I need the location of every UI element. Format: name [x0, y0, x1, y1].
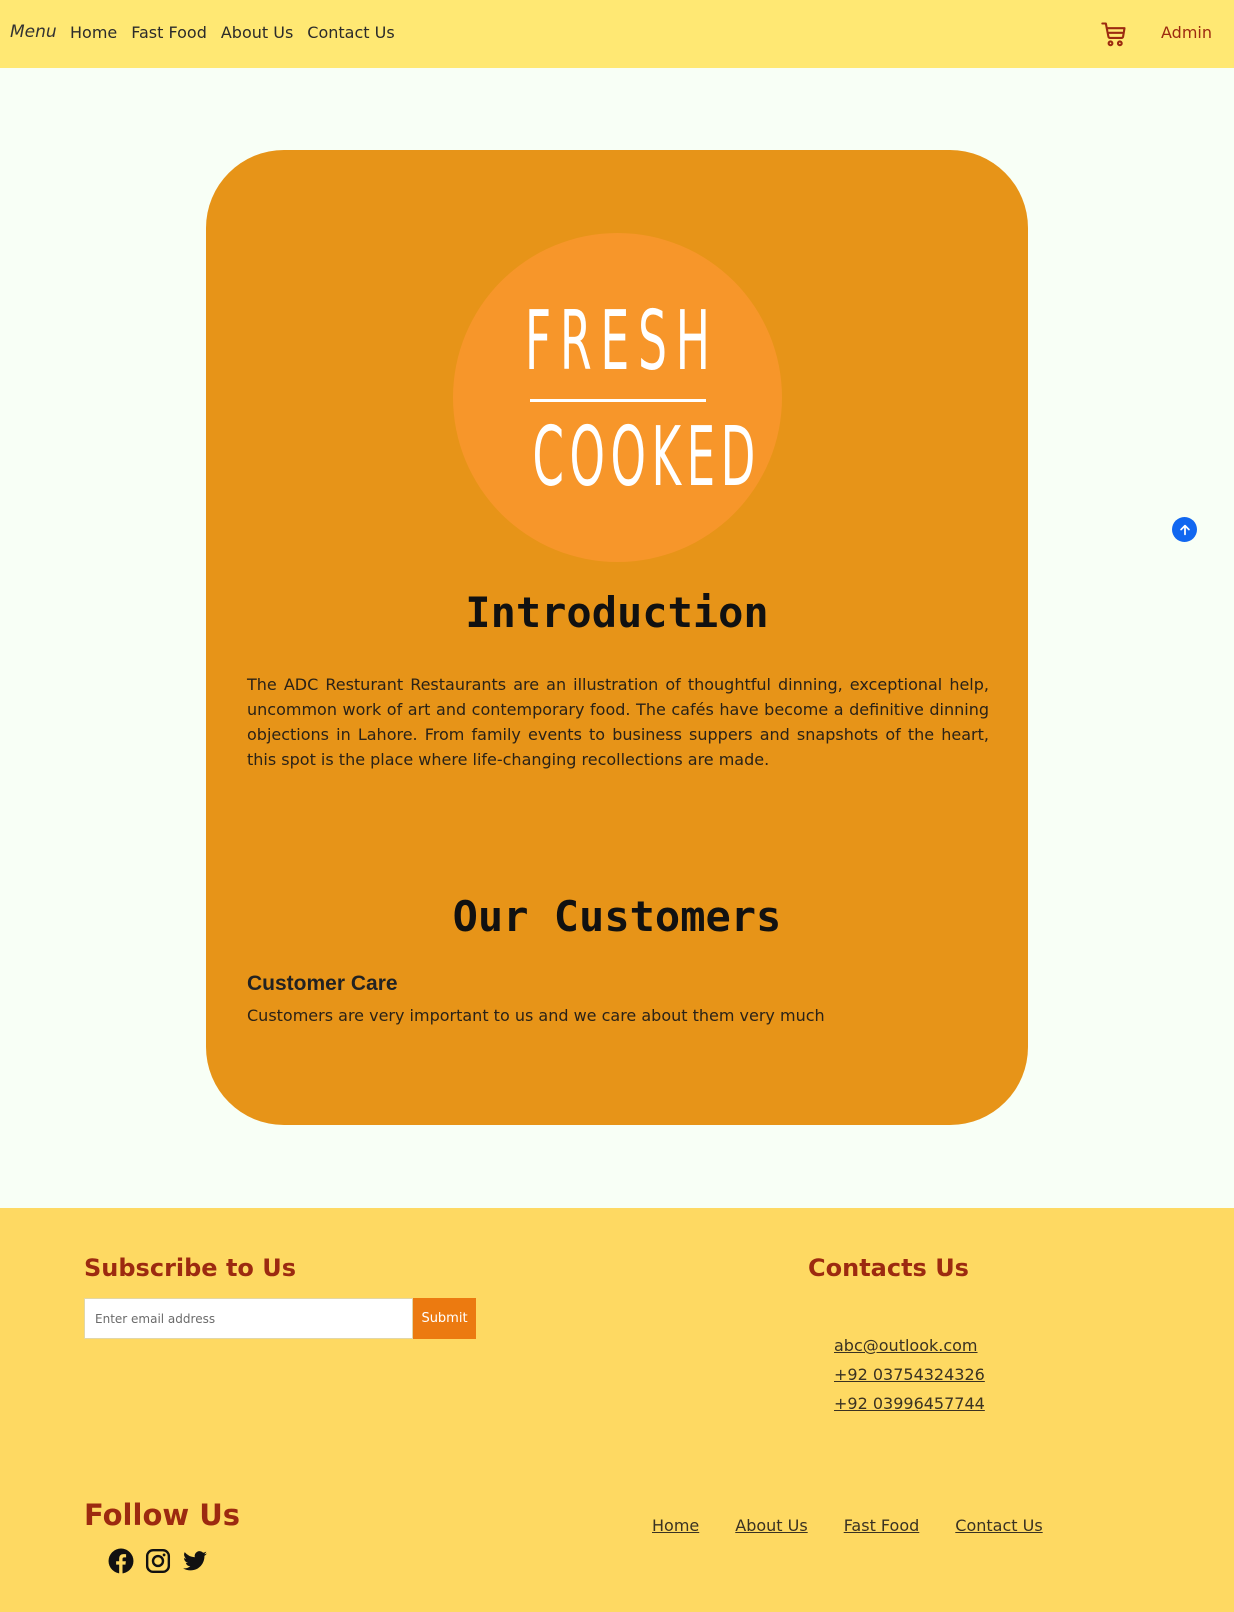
our-customers-heading: Our Customers — [452, 892, 782, 941]
contacts-heading: Contacts Us — [808, 1254, 969, 1282]
instagram-icon[interactable] — [145, 1548, 171, 1574]
contact-phone-link-1[interactable]: +92 03754324326 — [834, 1360, 985, 1389]
brand-menu[interactable]: Menu — [10, 22, 57, 42]
customer-care-title: Customer Care — [247, 972, 398, 995]
introduction-heading: Introduction — [465, 588, 769, 637]
footer-about-us-link[interactable]: About Us — [735, 1516, 807, 1535]
cart-icon[interactable] — [1100, 20, 1128, 48]
scroll-to-top-button[interactable] — [1172, 517, 1197, 542]
contact-list: abc@outlook.com +92 03754324326 +92 0399… — [834, 1331, 985, 1418]
nav-fast-food-link[interactable]: Fast Food — [131, 23, 207, 42]
nav-home-link[interactable]: Home — [70, 23, 117, 42]
introduction-text: The ADC Resturant Restaurants are an ill… — [247, 675, 989, 769]
subscribe-heading: Subscribe to Us — [84, 1254, 297, 1282]
fresh-cooked-logo: FRESH COOKED — [453, 233, 782, 562]
admin-link[interactable]: Admin — [1161, 23, 1212, 42]
intro-card: FRESH COOKED Introduction The ADC Restur… — [206, 150, 1028, 1125]
nav-about-us-link[interactable]: About Us — [221, 23, 293, 42]
twitter-icon[interactable] — [182, 1548, 208, 1574]
logo-text-fresh: FRESH — [524, 294, 719, 389]
logo-divider — [530, 399, 706, 402]
follow-us-heading: Follow Us — [84, 1498, 241, 1532]
footer-fast-food-link[interactable]: Fast Food — [844, 1516, 920, 1535]
facebook-icon[interactable] — [108, 1548, 134, 1574]
footer-home-link[interactable]: Home — [652, 1516, 699, 1535]
logo-text-cooked: COOKED — [532, 410, 761, 505]
arrow-up-icon — [1179, 524, 1190, 535]
nav-contact-us-link[interactable]: Contact Us — [307, 23, 394, 42]
contact-phone-link-2[interactable]: +92 03996457744 — [834, 1389, 985, 1418]
footer-links: Home About Us Fast Food Contact Us — [652, 1516, 1043, 1535]
customer-care-text: Customers are very important to us and w… — [247, 1006, 825, 1025]
email-input[interactable] — [84, 1298, 413, 1339]
social-icons — [108, 1548, 208, 1574]
contact-email-link[interactable]: abc@outlook.com — [834, 1331, 985, 1360]
footer-contact-us-link[interactable]: Contact Us — [955, 1516, 1042, 1535]
footer: Subscribe to Us Submit Contacts Us abc@o… — [0, 1208, 1234, 1612]
submit-button[interactable]: Submit — [413, 1298, 476, 1339]
nav-links: Home Fast Food About Us Contact Us — [70, 23, 395, 42]
navbar: Menu Home Fast Food About Us Contact Us … — [0, 0, 1234, 68]
